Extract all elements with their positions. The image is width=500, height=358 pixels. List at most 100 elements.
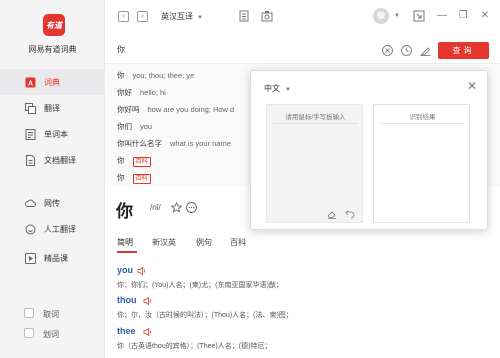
- translate-icon: [25, 102, 36, 114]
- history-icon[interactable]: [401, 45, 412, 56]
- course-icon: [25, 252, 36, 264]
- human-translate-icon: [25, 224, 36, 235]
- suggestion-word: 你: [117, 156, 125, 165]
- eraser-icon[interactable]: [327, 209, 337, 219]
- baike-tag: 百科: [132, 174, 151, 184]
- list-item[interactable]: 你百科: [117, 155, 151, 167]
- handwriting-pad[interactable]: 请用鼠标/手写板输入: [266, 104, 363, 223]
- svg-text:A: A: [28, 80, 33, 87]
- cloud-icon: [25, 198, 36, 209]
- forward-icon: ›: [141, 13, 144, 20]
- suggestion-word: 你好吗: [117, 105, 140, 114]
- sidebar-item-translate[interactable]: 翻译: [0, 95, 105, 121]
- mini-mode-icon[interactable]: [413, 10, 425, 22]
- star-icon[interactable]: [171, 202, 182, 213]
- maximize-button[interactable]: ❐: [458, 11, 468, 21]
- sidebar-item-label: 人工翻译: [44, 224, 76, 234]
- list-item[interactable]: 你百科: [117, 172, 151, 184]
- search-input[interactable]: 你: [117, 44, 125, 55]
- suggestion-word: 你们: [117, 122, 132, 131]
- handwriting-icon[interactable]: [420, 45, 431, 56]
- more-icon[interactable]: [186, 202, 197, 213]
- tab-baike[interactable]: 百科: [230, 237, 246, 248]
- sidebar-item-course[interactable]: 精品课: [0, 245, 105, 271]
- divider: [273, 123, 358, 124]
- phonetic: /nǐ/: [150, 203, 161, 212]
- suggestion-word: 你: [117, 173, 125, 182]
- back-button[interactable]: ‹: [118, 11, 129, 22]
- close-window-button[interactable]: ✕: [480, 11, 490, 21]
- list-item[interactable]: 你好 hello; hi: [117, 87, 166, 98]
- top-bar: ‹ › 英汉互译 ▼ ▼ — ❐ ✕: [105, 0, 500, 36]
- popup-language-label: 中文: [264, 84, 280, 93]
- select-word-label: 划词: [43, 330, 59, 339]
- suggestion-def: what is your name: [170, 139, 231, 148]
- suggestion-word: 你: [117, 71, 125, 80]
- wordbook-icon: [25, 128, 36, 140]
- capture-word-checkbox[interactable]: [24, 308, 34, 318]
- speaker-icon[interactable]: [143, 296, 153, 306]
- sidebar: 有道 网易有道词典 A 词典 翻译 单词本 文档翻译 网传 人工翻译 精品课 取…: [0, 0, 105, 358]
- screenshot-icon[interactable]: [261, 10, 273, 22]
- list-item[interactable]: 你 you; thou; thee; ye: [117, 70, 194, 81]
- close-icon[interactable]: ✕: [467, 79, 477, 93]
- suggestion-word: 你叫什么名字: [117, 139, 162, 148]
- divider: [380, 123, 465, 124]
- search-bar: 你 查询: [105, 36, 500, 64]
- chevron-down-icon: ▼: [285, 87, 291, 93]
- sidebar-item-label: 网传: [44, 198, 60, 208]
- suggestion-def: hello; hi: [140, 88, 166, 97]
- list-item[interactable]: 你叫什么名字 what is your name: [117, 138, 231, 149]
- suggestion-def: you: [140, 122, 153, 131]
- sidebar-item-label: 单词本: [44, 129, 68, 139]
- result-tabs: 简明 新汉英 例句 百科: [105, 232, 500, 254]
- sidebar-item-document[interactable]: 文档翻译: [0, 147, 105, 173]
- entry-definition: 你；你们；(You)人名；(柬)尤；(东南亚国家华语)猷；: [117, 282, 283, 289]
- speaker-icon[interactable]: [143, 327, 153, 337]
- sidebar-item-label: 词典: [44, 77, 60, 87]
- notes-icon[interactable]: [238, 10, 250, 22]
- document-icon: [25, 154, 36, 166]
- undo-icon[interactable]: [345, 209, 355, 219]
- chevron-down-icon: ▼: [197, 15, 203, 21]
- sidebar-item-label: 精品课: [44, 253, 68, 263]
- headword: 你: [116, 202, 133, 221]
- capture-word-label: 取词: [43, 310, 59, 319]
- avatar[interactable]: [373, 8, 389, 24]
- language-pair-select[interactable]: 英汉互译 ▼: [161, 11, 203, 22]
- handwriting-popup: 中文 ▼ ✕ 请用鼠标/手写板输入 识别结果: [250, 70, 488, 230]
- entry-word[interactable]: thee: [117, 326, 136, 336]
- popup-language-select[interactable]: 中文 ▼: [264, 83, 291, 94]
- minimize-button[interactable]: —: [437, 11, 447, 21]
- speaker-icon[interactable]: [137, 266, 147, 276]
- recognition-result-panel: 识别结果: [373, 104, 470, 223]
- list-item[interactable]: 你好吗 how are you doing; How d: [117, 104, 234, 115]
- search-button[interactable]: 查询: [438, 42, 489, 59]
- entry-word[interactable]: you: [117, 265, 133, 275]
- entry-definition: 你；尔，汝（古时候的叫法）；(Thou)人名；(法、柬)图；: [117, 312, 293, 319]
- suggestion-word: 你好: [117, 88, 132, 97]
- avatar-dropdown-icon[interactable]: ▼: [392, 11, 402, 21]
- back-icon: ‹: [122, 13, 125, 20]
- tab-examples[interactable]: 例句: [196, 237, 212, 248]
- dictionary-icon: A: [25, 77, 36, 88]
- forward-button[interactable]: ›: [137, 11, 148, 22]
- sidebar-item-dictionary[interactable]: A 词典: [0, 69, 105, 95]
- sidebar-item-cloud[interactable]: 网传: [0, 190, 105, 216]
- active-tab-indicator: [117, 251, 137, 253]
- entry-definition: 你（古英语thou的宾格）；(Thee)人名；(德)特厄；: [117, 343, 272, 350]
- suggestion-def: how are you doing; How d: [147, 105, 235, 114]
- app-logo: 有道: [43, 14, 65, 36]
- clear-icon[interactable]: [382, 45, 393, 56]
- list-item[interactable]: 你们 you: [117, 121, 152, 132]
- sidebar-item-human-translate[interactable]: 人工翻译: [0, 216, 105, 242]
- select-word-checkbox[interactable]: [24, 328, 34, 338]
- sidebar-item-label: 翻译: [44, 103, 60, 113]
- tab-concise[interactable]: 简明: [117, 237, 133, 248]
- sidebar-item-wordbook[interactable]: 单词本: [0, 121, 105, 147]
- tab-new-chinese-english[interactable]: 新汉英: [152, 237, 176, 248]
- baike-tag: 百科: [132, 157, 151, 167]
- entry-word[interactable]: thou: [117, 295, 137, 305]
- recognition-result-title: 识别结果: [409, 114, 436, 121]
- app-name: 网易有道词典: [28, 45, 77, 54]
